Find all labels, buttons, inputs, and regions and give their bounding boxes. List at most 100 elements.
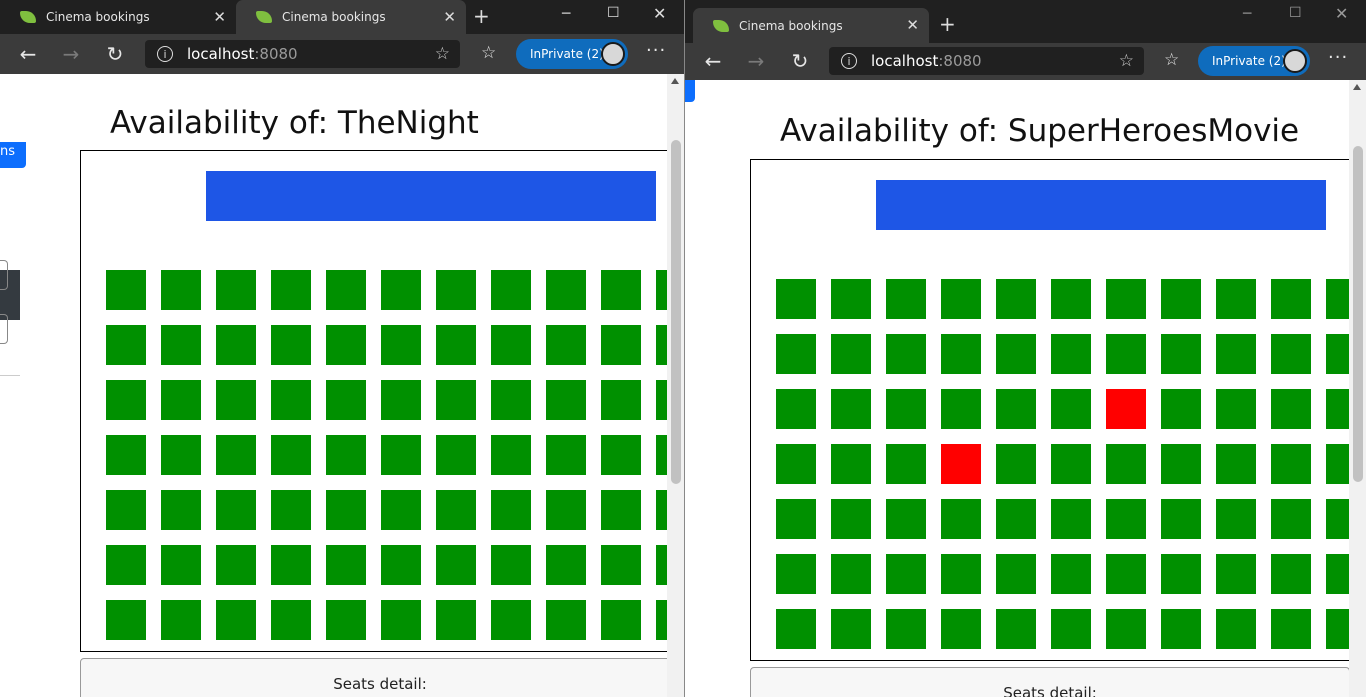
seat-r2-c7[interactable] xyxy=(1106,334,1146,374)
seat-r1-c4[interactable] xyxy=(271,270,311,310)
seat-r2-c3[interactable] xyxy=(216,325,256,365)
seat-r1-c7[interactable] xyxy=(436,270,476,310)
seat-r3-c1[interactable] xyxy=(106,380,146,420)
seat-r6-c9[interactable] xyxy=(546,545,586,585)
seat-r2-c1[interactable] xyxy=(106,325,146,365)
seat-r4-c1[interactable] xyxy=(106,435,146,475)
seat-r2-c11[interactable] xyxy=(1326,334,1349,374)
seat-r3-c4[interactable] xyxy=(941,389,981,429)
star-icon[interactable]: ☆ xyxy=(1119,51,1134,71)
seat-r5-c2[interactable] xyxy=(161,490,201,530)
seat-r6-c3[interactable] xyxy=(216,545,256,585)
seat-r1-c8[interactable] xyxy=(491,270,531,310)
seat-r3-c8[interactable] xyxy=(1161,389,1201,429)
seat-r1-c3[interactable] xyxy=(886,279,926,319)
seat-r1-c10[interactable] xyxy=(1271,279,1311,319)
seat-r1-c5[interactable] xyxy=(326,270,366,310)
seat-r6-c8[interactable] xyxy=(1161,554,1201,594)
address-bar[interactable]: i localhost:8080 ☆ xyxy=(145,40,460,68)
seat-r1-c9[interactable] xyxy=(546,270,586,310)
seat-r4-c10[interactable] xyxy=(601,435,641,475)
seat-r4-c4[interactable] xyxy=(271,435,311,475)
seat-r4-c8[interactable] xyxy=(491,435,531,475)
seat-r1-c9[interactable] xyxy=(1216,279,1256,319)
seat-r7-c5[interactable] xyxy=(996,609,1036,649)
star-icon[interactable]: ☆ xyxy=(435,44,450,64)
seat-r2-c5[interactable] xyxy=(996,334,1036,374)
minimize-icon[interactable]: ─ xyxy=(562,6,570,22)
seat-r7-c4[interactable] xyxy=(271,600,311,640)
address-bar[interactable]: i localhost:8080 ☆ xyxy=(829,47,1144,75)
seat-r4-c3[interactable] xyxy=(216,435,256,475)
seat-r7-c2[interactable] xyxy=(161,600,201,640)
seat-r2-c9[interactable] xyxy=(1216,334,1256,374)
seat-r6-c10[interactable] xyxy=(601,545,641,585)
seat-r5-c8[interactable] xyxy=(491,490,531,530)
seat-r1-c1[interactable] xyxy=(776,279,816,319)
seat-r3-c9[interactable] xyxy=(1216,389,1256,429)
seat-r1-c10[interactable] xyxy=(601,270,641,310)
seat-r3-c5[interactable] xyxy=(326,380,366,420)
seat-r7-c3[interactable] xyxy=(886,609,926,649)
seat-r7-c8[interactable] xyxy=(1161,609,1201,649)
seat-r2-c4[interactable] xyxy=(271,325,311,365)
refresh-icon[interactable]: ↻ xyxy=(786,49,814,73)
arrow-right-icon[interactable]: → xyxy=(742,49,770,73)
seat-r5-c6[interactable] xyxy=(1051,499,1091,539)
seat-r4-c10[interactable] xyxy=(1271,444,1311,484)
seat-r5-c1[interactable] xyxy=(776,499,816,539)
seat-r2-c1[interactable] xyxy=(776,334,816,374)
seat-r1-c6[interactable] xyxy=(1051,279,1091,319)
seat-r7-c9[interactable] xyxy=(1216,609,1256,649)
seat-r5-c3[interactable] xyxy=(886,499,926,539)
seat-r6-c11[interactable] xyxy=(1326,554,1349,594)
seat-r2-c10[interactable] xyxy=(601,325,641,365)
seat-r7-c11[interactable] xyxy=(1326,609,1349,649)
seat-r7-c6[interactable] xyxy=(381,600,421,640)
seat-r1-c6[interactable] xyxy=(381,270,421,310)
seat-r5-c10[interactable] xyxy=(601,490,641,530)
close-tab-icon[interactable]: ✕ xyxy=(213,8,226,26)
seat-r7-c9[interactable] xyxy=(546,600,586,640)
seat-r7-c8[interactable] xyxy=(491,600,531,640)
seat-r6-c6[interactable] xyxy=(381,545,421,585)
seat-r5-c2[interactable] xyxy=(831,499,871,539)
seat-r7-c4[interactable] xyxy=(941,609,981,649)
seat-r5-c10[interactable] xyxy=(1271,499,1311,539)
seat-r7-c10[interactable] xyxy=(601,600,641,640)
seat-r2-c5[interactable] xyxy=(326,325,366,365)
seat-r3-c8[interactable] xyxy=(491,380,531,420)
info-icon[interactable]: i xyxy=(841,53,857,69)
scrollbar[interactable] xyxy=(667,74,684,697)
seat-r5-c7[interactable] xyxy=(436,490,476,530)
seat-r2-c2[interactable] xyxy=(831,334,871,374)
seat-r1-c1[interactable] xyxy=(106,270,146,310)
seat-r2-c8[interactable] xyxy=(491,325,531,365)
seat-r6-c6[interactable] xyxy=(1051,554,1091,594)
seat-r3-c9[interactable] xyxy=(546,380,586,420)
scrollbar-thumb[interactable] xyxy=(671,140,681,484)
seat-r5-c6[interactable] xyxy=(381,490,421,530)
seat-r3-c2[interactable] xyxy=(161,380,201,420)
seat-r2-c6[interactable] xyxy=(381,325,421,365)
seat-r1-c2[interactable] xyxy=(831,279,871,319)
seat-r6-c3[interactable] xyxy=(886,554,926,594)
seat-r4-c11[interactable] xyxy=(1326,444,1349,484)
seat-r6-c4[interactable] xyxy=(941,554,981,594)
seat-r2-c7[interactable] xyxy=(436,325,476,365)
seat-r7-c7[interactable] xyxy=(1106,609,1146,649)
seat-r5-c9[interactable] xyxy=(546,490,586,530)
scroll-up-icon[interactable] xyxy=(671,78,679,84)
new-tab-icon[interactable]: + xyxy=(473,4,490,28)
new-tab-icon[interactable]: + xyxy=(939,12,956,36)
seat-r6-c1[interactable] xyxy=(106,545,146,585)
seat-r2-c6[interactable] xyxy=(1051,334,1091,374)
seat-r2-c10[interactable] xyxy=(1271,334,1311,374)
favorites-list-icon[interactable]: ☆ xyxy=(1164,50,1179,70)
seat-r3-c7[interactable] xyxy=(1106,389,1146,429)
close-window-icon[interactable]: ✕ xyxy=(1335,4,1348,23)
close-tab-icon[interactable]: ✕ xyxy=(906,16,919,34)
more-dots-icon[interactable]: ··· xyxy=(646,40,666,61)
seat-r6-c5[interactable] xyxy=(996,554,1036,594)
seat-r7-c5[interactable] xyxy=(326,600,366,640)
